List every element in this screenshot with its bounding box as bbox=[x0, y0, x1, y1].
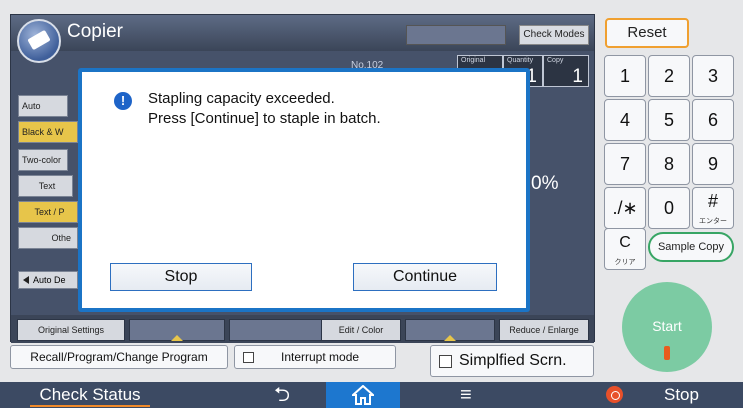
tab-reduce-enlarge[interactable]: Reduce / Enlarge bbox=[499, 319, 589, 341]
copier-app-icon bbox=[17, 19, 61, 63]
key-hash-enter[interactable]: # エンター bbox=[692, 187, 734, 229]
start-button[interactable]: Start bbox=[622, 282, 712, 372]
simplified-checkbox bbox=[439, 355, 452, 368]
ratio-display: 0% bbox=[531, 173, 559, 194]
black-white-button[interactable]: Black & W bbox=[18, 121, 78, 143]
check-status-button[interactable]: Check Status bbox=[0, 382, 180, 408]
key-clear[interactable]: C クリア bbox=[604, 228, 646, 270]
copy-counter: Copy 1 bbox=[543, 55, 589, 87]
key-clear-label: C bbox=[619, 234, 631, 251]
copier-header: Copier Check Modes bbox=[11, 15, 594, 63]
key-9[interactable]: 9 bbox=[692, 143, 734, 185]
home-button[interactable] bbox=[326, 382, 400, 408]
tab-original-settings[interactable]: Original Settings bbox=[17, 319, 125, 341]
system-stop-label: Stop bbox=[664, 385, 699, 404]
other-button[interactable]: Othe bbox=[18, 227, 78, 249]
key-hash-sublabel: エンター bbox=[699, 218, 727, 225]
key-3[interactable]: 3 bbox=[692, 55, 734, 97]
exclamation-icon: ! bbox=[114, 92, 132, 110]
menu-icon[interactable]: ≡ bbox=[460, 384, 472, 406]
interrupt-label: Interrupt mode bbox=[281, 350, 360, 364]
tab-edit-color[interactable]: Edit / Color bbox=[321, 319, 401, 341]
header-disabled-area bbox=[406, 25, 506, 45]
function-tabs: Original Settings Edit / Color Reduce / … bbox=[11, 315, 594, 343]
stapling-dialog: ! Stapling capacity exceeded. Press [Con… bbox=[82, 72, 526, 308]
key-2[interactable]: 2 bbox=[648, 55, 690, 97]
stop-icon bbox=[606, 386, 623, 403]
key-4[interactable]: 4 bbox=[604, 99, 646, 141]
simplified-screen-button[interactable]: Simplfied Scrn. bbox=[430, 345, 594, 377]
key-5[interactable]: 5 bbox=[648, 99, 690, 141]
start-label: Start bbox=[652, 318, 682, 334]
key-1[interactable]: 1 bbox=[604, 55, 646, 97]
dialog-message-line2: Press [Continue] to staple in batch. bbox=[148, 110, 381, 127]
dialog-message-line1: Stapling capacity exceeded. bbox=[148, 90, 335, 107]
key-clear-sublabel: クリア bbox=[614, 259, 636, 266]
tab-hidden-1[interactable] bbox=[129, 319, 225, 341]
key-0[interactable]: 0 bbox=[648, 187, 690, 229]
recall-program-button[interactable]: Recall/Program/Change Program bbox=[10, 345, 228, 369]
key-dot-star[interactable]: ./∗ bbox=[604, 187, 646, 229]
tab-hidden-3[interactable] bbox=[405, 319, 495, 341]
home-icon bbox=[352, 385, 374, 405]
system-bar: Check Status ⮌ ≡ Stop bbox=[0, 382, 743, 408]
dialog-stop-button[interactable]: Stop bbox=[110, 263, 252, 291]
text-photo-button[interactable]: Text / P bbox=[18, 201, 78, 223]
interrupt-mode-button[interactable]: Interrupt mode bbox=[234, 345, 396, 369]
reset-button[interactable]: Reset bbox=[605, 18, 689, 48]
interrupt-checkbox bbox=[243, 352, 254, 363]
auto-select-button[interactable]: Auto Select bbox=[18, 95, 68, 131]
two-color-button[interactable]: Two-color bbox=[18, 149, 68, 171]
check-modes-button[interactable]: Check Modes bbox=[519, 25, 589, 45]
sample-copy-button[interactable]: Sample Copy bbox=[648, 232, 734, 262]
back-icon[interactable]: ⮌ bbox=[274, 384, 290, 406]
key-hash-label: # bbox=[707, 191, 718, 211]
app-title: Copier bbox=[67, 21, 123, 42]
start-indicator-lamp bbox=[664, 346, 670, 360]
key-6[interactable]: 6 bbox=[692, 99, 734, 141]
key-8[interactable]: 8 bbox=[648, 143, 690, 185]
dialog-continue-button[interactable]: Continue bbox=[353, 263, 497, 291]
key-7[interactable]: 7 bbox=[604, 143, 646, 185]
system-stop-button[interactable]: Stop bbox=[606, 382, 743, 408]
auto-density-button[interactable]: Auto De bbox=[18, 271, 78, 289]
text-mode-button[interactable]: Text bbox=[18, 175, 73, 197]
tab-hidden-2[interactable] bbox=[229, 319, 325, 341]
simplified-label: Simplfied Scrn. bbox=[459, 352, 567, 369]
